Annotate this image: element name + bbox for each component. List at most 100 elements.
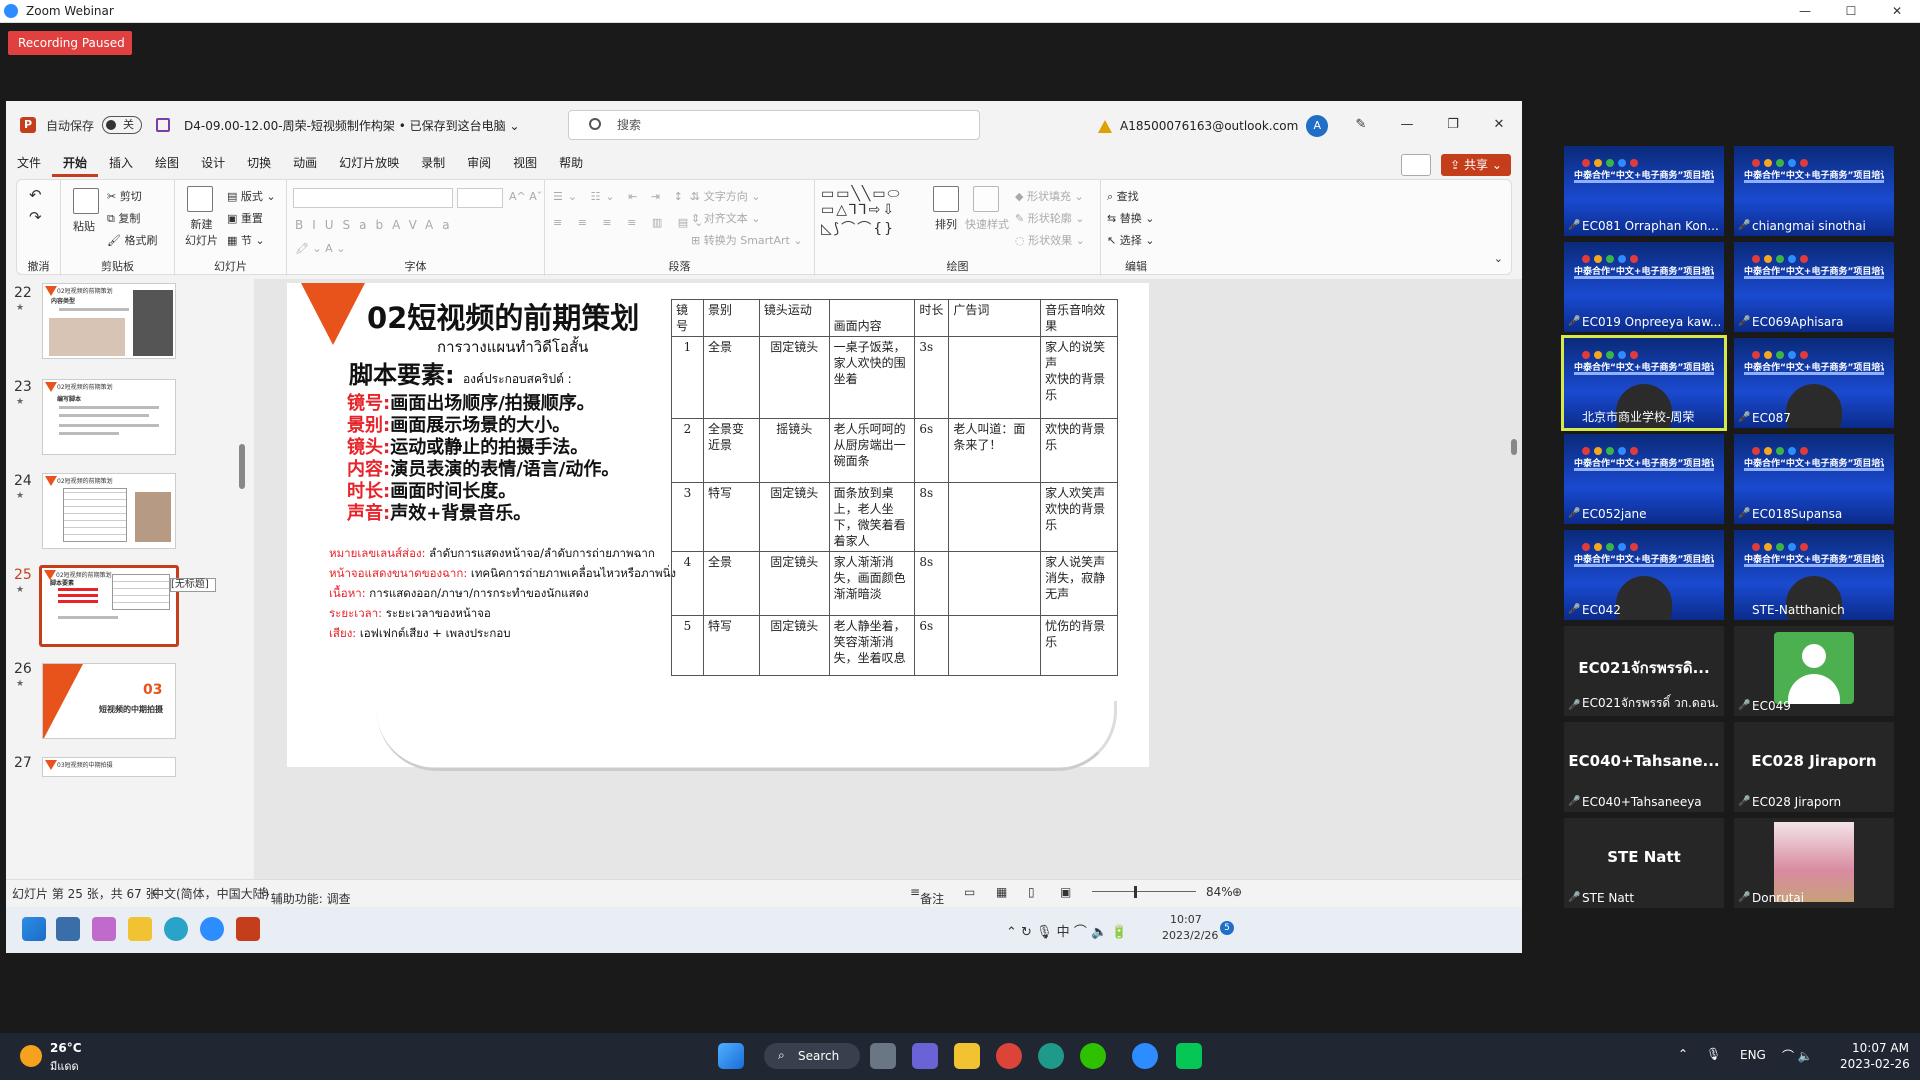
participant-tile[interactable]: EC040+Tahsane... 🎤 EC040+Tahsaneeya bbox=[1564, 722, 1724, 812]
text-direction-button[interactable]: ⇅ 文字方向 ⌄ bbox=[691, 188, 760, 204]
participant-tile[interactable]: 🎤 Donrutai bbox=[1734, 818, 1894, 908]
tab-home[interactable]: 开始 bbox=[52, 149, 99, 177]
list-buttons[interactable]: ☰⌄ ☷⌄ ⇤ ⇥ ↕⌄ bbox=[553, 190, 702, 203]
participant-tile[interactable]: 中泰合作“中文+电子商务”项目培训活动🎤EC018Supansa bbox=[1734, 434, 1894, 524]
slide-title[interactable]: 02短视频的前期策划 bbox=[367, 295, 639, 337]
paste-button[interactable]: 粘贴 bbox=[73, 218, 95, 234]
participant-tile[interactable]: 中泰合作“中文+电子商务”项目培训活动🎤chiangmai sinothai bbox=[1734, 146, 1894, 236]
notification-badge[interactable]: 5 bbox=[1220, 921, 1234, 935]
smartart-button[interactable]: ⊞ 转换为 SmartArt ⌄ bbox=[691, 232, 803, 248]
taskbar-search[interactable]: ⌕ Search bbox=[764, 1043, 860, 1069]
zoom-slider[interactable] bbox=[1092, 891, 1196, 892]
slide-thumbnail-23[interactable]: 02短视频的前期策划 编写脚本 bbox=[42, 379, 176, 455]
slide-thumbnail-24[interactable]: 02短视频的前期策划 bbox=[42, 473, 176, 549]
slide-thumbnail-27[interactable]: 03短视频的中期拍摄 bbox=[42, 757, 176, 777]
participant-tile[interactable]: 中泰合作“中文+电子商务”项目培训活动🎤EC087 bbox=[1734, 338, 1894, 428]
align-buttons[interactable]: ≡ ≡ ≡ ≡ ▥ ▤⌄ bbox=[553, 216, 709, 229]
zoom-icon[interactable] bbox=[1132, 1043, 1158, 1069]
cut-button[interactable]: ✂ 剪切 bbox=[107, 188, 142, 204]
paste-icon[interactable] bbox=[73, 188, 99, 214]
zoom-level[interactable]: 84% bbox=[1206, 885, 1233, 899]
participant-tile[interactable]: 中泰合作“中文+电子商务”项目培训活动🎤EC052jane bbox=[1564, 434, 1724, 524]
accessibility-status[interactable]: ♿ 辅助功能: 调查 bbox=[260, 885, 351, 906]
file-explorer-icon[interactable] bbox=[128, 917, 152, 941]
participant-tile[interactable]: STE Natt 🎤 STE Natt bbox=[1564, 818, 1724, 908]
weather-sun-icon[interactable] bbox=[20, 1045, 42, 1067]
share-button[interactable]: ⇪ 共享 ⌄ bbox=[1441, 154, 1511, 176]
comments-button[interactable] bbox=[1401, 154, 1431, 176]
ppt-close-icon[interactable]: ✕ bbox=[1476, 101, 1522, 149]
normal-view-icon[interactable]: ▭ bbox=[964, 885, 975, 899]
snipping-tool-icon[interactable] bbox=[92, 917, 116, 941]
slide-thumbnail-26[interactable]: 03 短视频的中期拍摄 bbox=[42, 663, 176, 739]
slideshow-icon[interactable]: ▣ bbox=[1060, 885, 1071, 899]
minimize-icon[interactable]: — bbox=[1782, 0, 1828, 23]
quick-styles-icon[interactable] bbox=[973, 186, 999, 212]
tab-slideshow[interactable]: 幻灯片放映 bbox=[328, 149, 410, 177]
tab-view[interactable]: 视图 bbox=[502, 149, 548, 177]
tab-animations[interactable]: 动画 bbox=[282, 149, 328, 177]
notes-button[interactable]: ≡ 备注 bbox=[910, 885, 944, 906]
section-button[interactable]: ▦ 节 ⌄ bbox=[227, 232, 265, 248]
redo-icon[interactable]: ↷ bbox=[29, 208, 42, 226]
replace-button[interactable]: ⇆ 替换 ⌄ bbox=[1107, 210, 1154, 226]
close-icon[interactable]: ✕ bbox=[1874, 0, 1920, 23]
file-explorer-icon[interactable] bbox=[954, 1043, 980, 1069]
pen-icon[interactable]: ✎ bbox=[1338, 101, 1384, 149]
font-size-combo[interactable] bbox=[457, 188, 503, 208]
slide-heading[interactable]: 脚本要素: องค์ประกอบสคริปต์ : bbox=[349, 355, 572, 390]
windows-start-icon[interactable] bbox=[718, 1043, 744, 1069]
participant-tile[interactable]: 中泰合作“中文+电子商务”项目培训活动🎤EC019 Onpreeya kaw..… bbox=[1564, 242, 1724, 332]
ppt-restore-icon[interactable]: ❐ bbox=[1430, 101, 1476, 149]
participant-tile[interactable]: 中泰合作“中文+电子商务”项目培训活动🎤EC069Aphisara bbox=[1734, 242, 1894, 332]
thumb-scrollbar[interactable] bbox=[237, 279, 247, 879]
tray-chevron-icon[interactable]: ⌃ bbox=[1678, 1047, 1688, 1061]
shot-script-table[interactable]: 镜号 景别 镜头运动 画面内容 时长 广告词 音乐音响效果 1 全景 固定镜头 一桌子… bbox=[671, 299, 1118, 676]
account-area[interactable]: A18500076163@outlook.com A bbox=[1098, 115, 1329, 137]
find-button[interactable]: ⌕ 查找 bbox=[1107, 188, 1139, 204]
powerpoint-app-icon[interactable] bbox=[236, 917, 260, 941]
chrome-icon[interactable] bbox=[996, 1043, 1022, 1069]
tab-review[interactable]: 审阅 bbox=[456, 149, 502, 177]
shape-outline-button[interactable]: ✎ 形状轮廓 ⌄ bbox=[1015, 210, 1084, 226]
store-icon[interactable] bbox=[56, 917, 80, 941]
slide-thumbnail-22[interactable]: 02短视频的前期策划 内容类型 bbox=[42, 283, 176, 359]
participant-tile[interactable]: 中泰合作“中文+电子商务”项目培训活动🎤EC081 Orraphan Kon..… bbox=[1564, 146, 1724, 236]
line-app-icon[interactable] bbox=[1176, 1043, 1202, 1069]
fit-slide-icon[interactable]: ⊕ bbox=[1232, 885, 1242, 899]
reading-view-icon[interactable]: ▯ bbox=[1028, 885, 1035, 899]
new-slide-button[interactable]: 新建 幻灯片 bbox=[185, 216, 218, 248]
tab-design[interactable]: 设计 bbox=[190, 149, 236, 177]
microphone-icon[interactable]: 🎙 bbox=[1706, 1047, 1721, 1061]
language-indicator[interactable]: 中文(简体，中国大陆) bbox=[152, 885, 269, 902]
tab-insert[interactable]: 插入 bbox=[98, 149, 144, 177]
reset-button[interactable]: ▣ 重置 bbox=[227, 210, 263, 226]
slide-sorter-icon[interactable]: ▦ bbox=[996, 885, 1007, 899]
arrange-icon[interactable] bbox=[933, 186, 959, 212]
scrollbar-thumb[interactable] bbox=[1511, 439, 1517, 455]
teams-chat-icon[interactable] bbox=[912, 1043, 938, 1069]
zoom-app-icon[interactable] bbox=[200, 917, 224, 941]
tab-record[interactable]: 录制 bbox=[410, 149, 456, 177]
font-name-combo[interactable] bbox=[293, 188, 453, 208]
layout-button[interactable]: ▤ 版式 ⌄ bbox=[227, 188, 276, 204]
select-button[interactable]: ↖ 选择 ⌄ bbox=[1107, 232, 1154, 248]
tab-draw[interactable]: 绘图 bbox=[144, 149, 190, 177]
autosave-toggle[interactable]: 关 bbox=[102, 116, 143, 134]
font-format-buttons[interactable]: BIUSabAVAa bbox=[295, 218, 459, 232]
participant-tile[interactable]: 🎤 EC049 bbox=[1734, 626, 1894, 716]
scrollbar-thumb[interactable] bbox=[239, 444, 245, 489]
tab-transitions[interactable]: 切换 bbox=[236, 149, 282, 177]
account-avatar[interactable]: A bbox=[1306, 115, 1329, 137]
new-slide-icon[interactable] bbox=[187, 186, 213, 212]
wifi-volume-icons[interactable]: ⌒ 🔈 bbox=[1782, 1047, 1813, 1064]
zoom-slider-thumb[interactable] bbox=[1134, 886, 1137, 898]
participant-tile[interactable]: 中泰合作“中文+电子商务”项目培训活动🎤EC042 bbox=[1564, 530, 1724, 620]
slide-thumbnail-25[interactable]: 02短视频的前期策划 脚本要素 [无标题] bbox=[39, 565, 216, 647]
current-slide[interactable]: 02短视频的前期策划 การวางแผนทำวิดีโอสั้น 脚本要素: อ… bbox=[287, 283, 1149, 771]
save-icon[interactable] bbox=[156, 118, 171, 132]
align-text-button[interactable]: ⇕ 对齐文本 ⌄ bbox=[691, 210, 760, 226]
participant-tile[interactable]: EC028 Jiraporn 🎤 EC028 Jiraporn bbox=[1734, 722, 1894, 812]
copy-button[interactable]: ⧉ 复制 bbox=[107, 210, 140, 226]
participant-tile[interactable]: 中泰合作“中文+电子商务”项目培训活动北京市商业学校-周荣 bbox=[1561, 335, 1727, 431]
